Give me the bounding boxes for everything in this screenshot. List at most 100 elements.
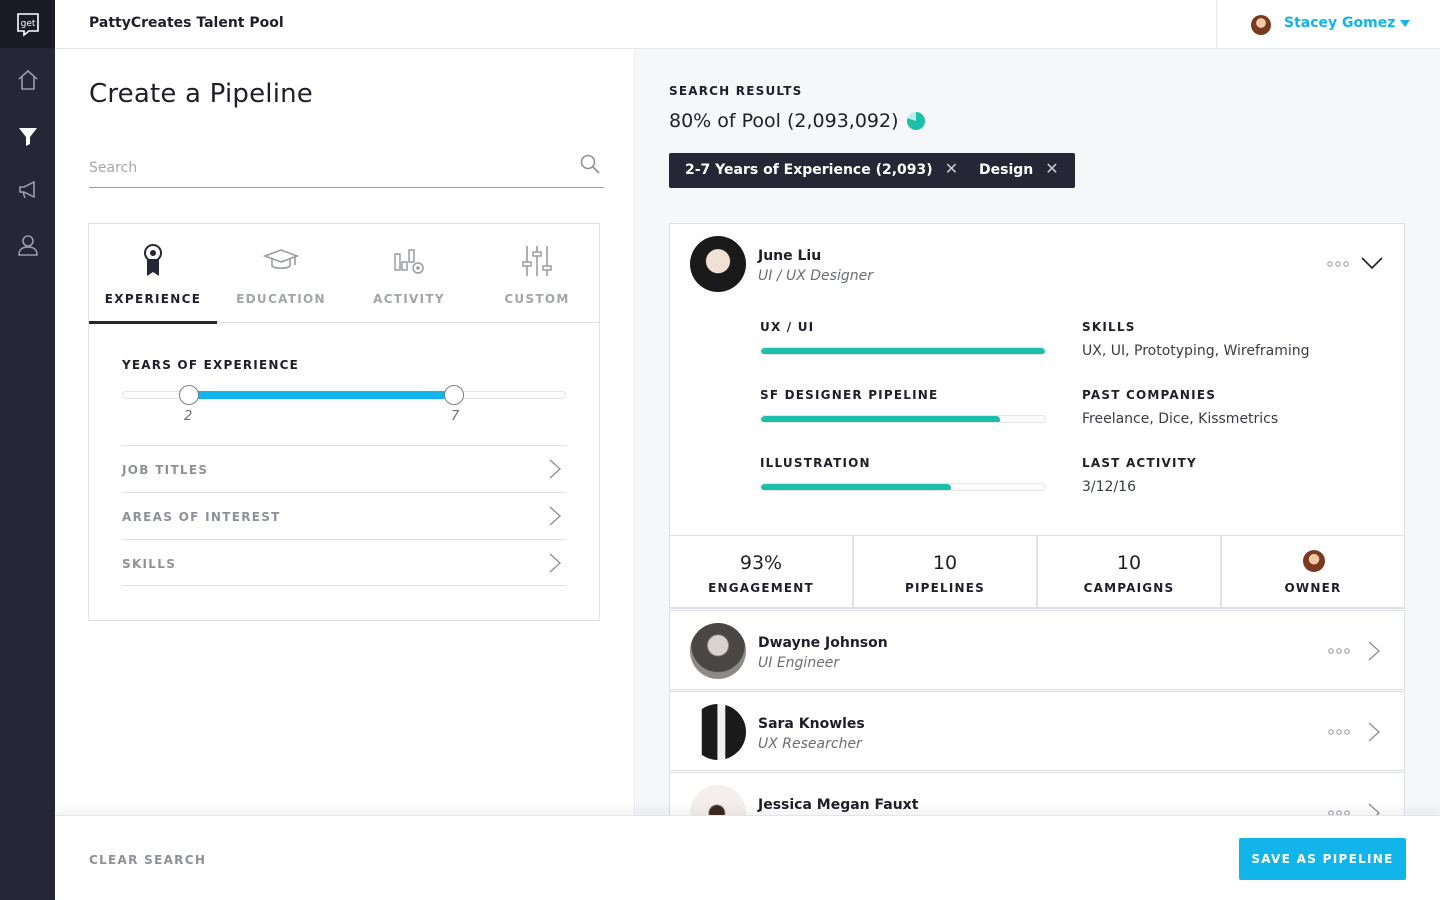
stat-label: ENGAGEMENT [708, 581, 814, 595]
campaign-megaphone-icon[interactable] [14, 176, 42, 204]
stat-pipelines[interactable]: 10 PIPELINES [854, 536, 1038, 608]
results-count: 80% of Pool (2,093,092) [669, 110, 899, 132]
chevron-right-icon[interactable] [1367, 721, 1381, 743]
user-avatar [1251, 15, 1271, 35]
top-bar: PattyCreates Talent Pool Stacey Gomez [55, 0, 1440, 49]
metric-bar [760, 347, 1046, 355]
candidate-name[interactable]: Dwayne Johnson [758, 635, 888, 651]
info-value: Freelance, Dice, Kissmetrics [1082, 411, 1279, 427]
years-range-slider[interactable] [122, 385, 566, 405]
close-icon[interactable]: ✕ [1045, 161, 1058, 177]
page-title: Create a Pipeline [89, 79, 314, 109]
stat-value: 10 [1116, 552, 1142, 574]
tab-label: ACTIVITY [373, 292, 445, 306]
more-options-icon[interactable] [1328, 648, 1350, 654]
info-value: 3/12/16 [1082, 479, 1136, 495]
user-name[interactable]: Stacey Gomez [1284, 15, 1395, 31]
stat-campaigns[interactable]: 10 CAMPAIGNS [1038, 536, 1222, 608]
create-pipeline-panel: Create a Pipeline EXPERIENCE EDUC [55, 49, 635, 815]
avatar [690, 236, 746, 292]
more-options-icon[interactable] [1328, 729, 1350, 735]
slider-range-fill [189, 391, 455, 399]
stat-engagement: 93% ENGAGEMENT [670, 536, 854, 608]
slider-min-value: 2 [184, 409, 193, 424]
candidate-card-expanded[interactable]: June Liu UI / UX Designer UX / UI SF DES… [669, 223, 1405, 609]
owner-avatar [1303, 550, 1325, 572]
metric-bar-fill [761, 484, 952, 490]
logo-text: get [21, 19, 36, 29]
activity-chart-gear-icon [394, 249, 424, 274]
chip-label: 2-7 Years of Experience (2,093) [685, 162, 933, 178]
metric-bar [760, 483, 1046, 491]
metric-label: ILLUSTRATION [760, 456, 871, 470]
slider-min-handle[interactable] [179, 385, 199, 405]
user-menu[interactable]: Stacey Gomez [1216, 0, 1440, 48]
info-label: SKILLS [1082, 320, 1136, 334]
chevron-right-icon[interactable] [1367, 640, 1381, 662]
filter-chip[interactable]: 2-7 Years of Experience (2,093) ✕ [669, 153, 975, 188]
candidate-row[interactable]: Jessica Megan Fauxt [669, 772, 1405, 815]
tab-experience[interactable]: EXPERIENCE [89, 224, 217, 324]
stat-owner[interactable]: OWNER [1222, 536, 1404, 608]
filter-areas-of-interest[interactable]: AREAS OF INTEREST [122, 492, 566, 539]
filter-chip[interactable]: Design ✕ [963, 153, 1075, 188]
candidate-row[interactable]: Sara Knowles UX Researcher [669, 691, 1405, 771]
filter-skills[interactable]: SKILLS [122, 539, 566, 586]
metric-label: UX / UI [760, 320, 815, 334]
app-logo[interactable]: get [0, 0, 55, 48]
chip-label: Design [979, 162, 1034, 178]
filter-job-titles[interactable]: JOB TITLES [122, 445, 566, 492]
metric-bar-fill [761, 416, 1000, 422]
home-icon[interactable] [14, 66, 42, 94]
close-icon[interactable]: ✕ [945, 161, 958, 177]
tab-custom[interactable]: CUSTOM [473, 224, 601, 323]
candidate-stats: 93% ENGAGEMENT 10 PIPELINES 10 CAMPAIGNS… [670, 535, 1404, 609]
avatar [690, 785, 746, 815]
logo-icon: get [17, 13, 39, 37]
chevron-down-icon[interactable] [1360, 256, 1384, 270]
filter-label: AREAS OF INTEREST [122, 510, 281, 524]
search-icon[interactable] [579, 153, 601, 175]
more-options-icon[interactable] [1327, 261, 1349, 267]
filter-tabs: EXPERIENCE EDUCATION ACTIVITY CUSTOM [89, 224, 601, 324]
pipeline-funnel-icon[interactable] [14, 122, 42, 150]
profile-user-icon[interactable] [14, 231, 42, 259]
candidate-row[interactable]: Dwayne Johnson UI Engineer [669, 610, 1405, 690]
metric-label: SF DESIGNER PIPELINE [760, 388, 939, 402]
candidate-role: UI Engineer [758, 655, 840, 671]
filter-label: SKILLS [122, 557, 177, 571]
search-input[interactable] [89, 149, 604, 188]
slider-max-handle[interactable] [444, 385, 464, 405]
candidate-name[interactable]: Jessica Megan Fauxt [758, 797, 918, 813]
candidate-name[interactable]: Sara Knowles [758, 716, 865, 732]
stat-label: CAMPAIGNS [1083, 581, 1175, 595]
avatar [690, 704, 746, 760]
metric-bar [760, 415, 1046, 423]
tab-label: EXPERIENCE [104, 292, 202, 306]
clear-search-button[interactable]: CLEAR SEARCH [89, 853, 206, 867]
slider-max-value: 7 [451, 409, 460, 424]
candidate-role: UX Researcher [758, 736, 862, 752]
pool-pie-icon [906, 112, 925, 130]
search-results-label: SEARCH RESULTS [669, 84, 803, 98]
filter-label: JOB TITLES [122, 463, 209, 477]
tab-activity[interactable]: ACTIVITY [345, 224, 473, 323]
stat-label: PIPELINES [904, 581, 986, 595]
filter-panel: EXPERIENCE EDUCATION ACTIVITY CUSTOM YEA… [88, 223, 600, 621]
info-value: UX, UI, Prototyping, Wireframing [1082, 343, 1310, 359]
tab-education[interactable]: EDUCATION [217, 224, 345, 323]
action-bar: CLEAR SEARCH SAVE AS PIPELINE [55, 815, 1440, 900]
chevron-down-icon[interactable] [1400, 20, 1410, 27]
tab-label: CUSTOM [504, 292, 570, 306]
award-ribbon-icon [144, 244, 162, 276]
nav-rail: get [0, 0, 55, 900]
years-of-experience-label: YEARS OF EXPERIENCE [122, 358, 300, 372]
stat-value: 10 [932, 552, 958, 574]
app-title: PattyCreates Talent Pool [89, 15, 284, 31]
avatar [690, 623, 746, 679]
chevron-right-icon [549, 459, 562, 479]
chevron-right-icon [549, 506, 562, 526]
save-as-pipeline-button[interactable]: SAVE AS PIPELINE [1239, 838, 1406, 880]
candidate-name[interactable]: June Liu [758, 248, 821, 264]
chevron-right-icon[interactable] [1367, 802, 1381, 815]
